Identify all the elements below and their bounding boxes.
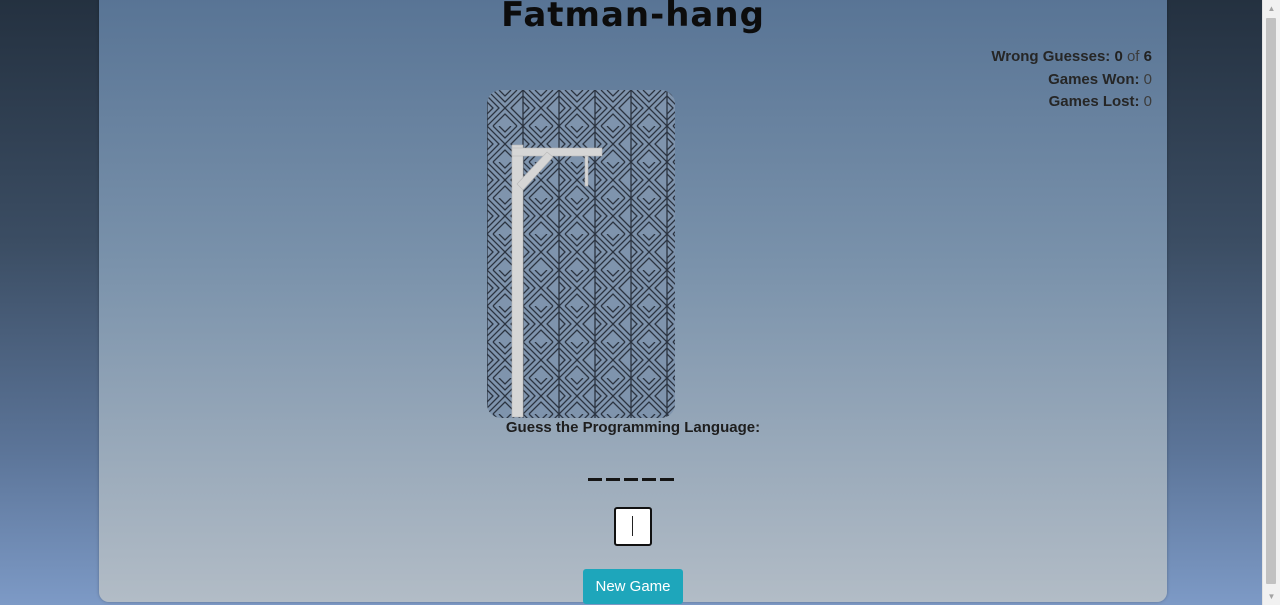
letter-blank — [624, 478, 638, 481]
letter-blank — [642, 478, 656, 481]
games-won-label: Games Won: — [1048, 70, 1140, 88]
wrong-guesses-count: 0 — [1114, 48, 1123, 65]
letter-guess-input[interactable] — [614, 507, 652, 546]
wrong-guesses-of: of — [1126, 48, 1140, 65]
games-lost-row: Games Lost: 0 — [991, 91, 1152, 114]
gallows-canvas — [487, 90, 675, 418]
new-game-button[interactable]: New Game — [583, 569, 683, 604]
games-lost-label: Games Lost: — [1048, 93, 1140, 110]
letter-blank — [588, 478, 602, 481]
gallows-drawing-icon — [487, 90, 675, 418]
vertical-scrollbar[interactable]: ▲ ▼ — [1262, 0, 1280, 605]
wrong-guesses-label: Wrong Guesses: — [991, 48, 1111, 65]
wrong-guesses-max: 6 — [1143, 48, 1152, 65]
stats-panel: Wrong Guesses: 0 of 6 Games Won: 0 Games… — [991, 46, 1152, 114]
letter-blank — [606, 478, 620, 481]
guess-prompt: Guess the Programming Language: — [505, 419, 761, 436]
scroll-thumb[interactable] — [1266, 18, 1276, 584]
games-lost-count: 0 — [1143, 93, 1152, 110]
text-caret — [632, 516, 633, 536]
wrong-guesses-row: Wrong Guesses: 0 of 6 — [991, 46, 1152, 69]
word-blanks — [588, 478, 674, 481]
scroll-down-arrow-icon[interactable]: ▼ — [1263, 588, 1280, 605]
games-won-count: 0 — [1143, 70, 1152, 88]
page-title: Fatman-hang — [501, 0, 765, 35]
games-won-row: Games Won: 0 — [991, 69, 1152, 92]
letter-blank — [660, 478, 674, 481]
scroll-up-arrow-icon[interactable]: ▲ — [1263, 0, 1280, 17]
